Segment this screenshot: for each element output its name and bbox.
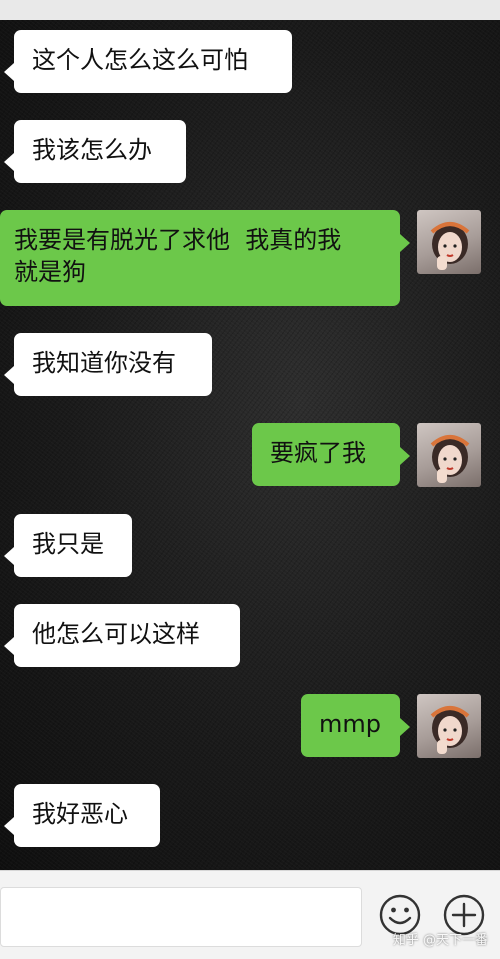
bubble-tail — [400, 447, 410, 465]
bubble-tail — [4, 817, 14, 835]
message-bubble[interactable]: 我只是 — [14, 514, 132, 577]
message-bubble[interactable]: 这个人怎么这么可怕 — [14, 30, 292, 93]
bubble-tail — [400, 718, 410, 736]
input-bar: 知乎 @天下一番 — [0, 870, 500, 959]
chat-area[interactable]: 这个人怎么这么可怕 我该怎么办 我要是有脱光了求他 我真的我 就是狗 我知道你没… — [0, 20, 500, 870]
bubble-tail — [4, 153, 14, 171]
watermark: 知乎 @天下一番 — [392, 933, 488, 948]
message-bubble[interactable]: 要疯了我 — [252, 423, 400, 486]
message-input[interactable] — [0, 887, 362, 947]
bubble-tail — [4, 63, 14, 81]
message-bubble[interactable]: 他怎么可以这样 — [14, 604, 240, 667]
bubble-tail — [4, 637, 14, 655]
message-bubble[interactable]: 我要是有脱光了求他 我真的我 就是狗 — [0, 210, 400, 306]
message-bubble[interactable]: 我知道你没有 — [14, 333, 212, 396]
avatar-portrait-icon — [430, 706, 470, 754]
bubble-tail — [400, 234, 410, 252]
avatar[interactable] — [417, 423, 481, 487]
avatar-portrait-icon — [430, 222, 470, 270]
bubble-tail — [4, 366, 14, 384]
avatar[interactable] — [417, 210, 481, 274]
status-strip — [0, 0, 500, 20]
avatar-portrait-icon — [430, 435, 470, 483]
avatar[interactable] — [417, 694, 481, 758]
message-bubble[interactable]: 我该怎么办 — [14, 120, 186, 183]
message-bubble[interactable]: 我好恶心 — [14, 784, 160, 847]
bubble-tail — [4, 547, 14, 565]
message-bubble[interactable]: mmp — [301, 694, 400, 757]
